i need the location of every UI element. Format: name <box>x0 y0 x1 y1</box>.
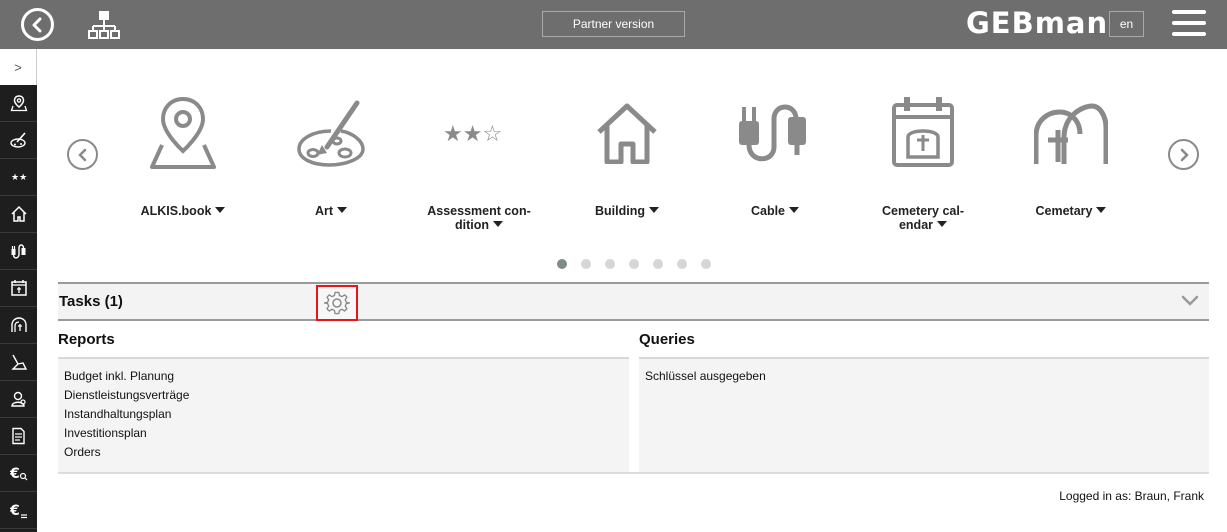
map-pin-icon <box>10 95 27 112</box>
partner-version-button[interactable]: Partner version <box>542 11 685 37</box>
logged-in-status: Logged in as: Braun, Frank <box>1059 489 1204 503</box>
category-cemetary[interactable]: Cemetary <box>1001 92 1141 218</box>
pagination-dot[interactable] <box>701 259 711 269</box>
chevron-right-icon <box>1180 148 1189 161</box>
stars-icon: ★★☆ <box>443 122 502 147</box>
carousel-prev-button[interactable] <box>67 139 98 170</box>
sidebar-item-assessment[interactable]: ★★★ <box>0 159 37 196</box>
svg-text:€: € <box>10 466 20 482</box>
caret-down-icon <box>493 221 503 227</box>
sidebar-item-building[interactable] <box>0 196 37 233</box>
sitemap-icon[interactable] <box>88 10 120 40</box>
queries-title: Queries <box>639 331 695 348</box>
sidebar-item-contacts[interactable] <box>0 381 37 418</box>
category-art[interactable]: Art <box>261 92 401 218</box>
tasks-settings-button[interactable] <box>316 285 358 321</box>
svg-text:€: € <box>10 503 20 519</box>
euro-plan-icon: € <box>10 503 27 519</box>
report-item[interactable]: Dienstleistungsverträge <box>64 386 623 405</box>
cleaning-icon <box>10 354 27 370</box>
carousel-next-button[interactable] <box>1168 139 1199 170</box>
tasks-section[interactable]: Tasks (1) <box>58 282 1209 321</box>
category-label: Building <box>595 204 645 218</box>
svg-text:★★★: ★★★ <box>11 173 28 183</box>
caret-down-icon <box>337 207 348 213</box>
tasks-title: Tasks (1) <box>59 293 123 310</box>
gear-icon <box>324 291 350 315</box>
sidebar-item-cemetery[interactable] <box>0 307 37 344</box>
query-item[interactable]: Schlüssel ausgegeben <box>645 367 1203 386</box>
arrow-left-icon <box>32 17 41 32</box>
report-item[interactable]: Investitionsplan <box>64 424 623 443</box>
carousel-pagination <box>557 259 711 269</box>
cable-icon <box>11 244 25 259</box>
divider <box>58 472 1209 474</box>
caret-down-icon <box>649 207 659 213</box>
cable-icon <box>739 104 806 162</box>
back-button[interactable] <box>21 8 54 41</box>
report-item[interactable]: Instandhaltungsplan <box>64 405 623 424</box>
sidebar-item-finance-plan[interactable]: € <box>0 492 37 529</box>
category-label: Assessment con- dition <box>427 204 531 232</box>
sidebar-expand-button[interactable]: > <box>0 49 37 85</box>
art-palette-icon <box>9 132 26 148</box>
euro-search-icon: € <box>10 466 27 482</box>
house-icon <box>10 205 27 222</box>
person-search-icon <box>10 391 26 407</box>
sidebar-item-documents[interactable] <box>0 418 37 455</box>
house-icon <box>597 103 657 164</box>
pagination-dot[interactable] <box>581 259 591 269</box>
sidebar-item-art[interactable] <box>0 122 37 159</box>
category-label: Art <box>314 204 334 218</box>
pagination-dot[interactable] <box>677 259 687 269</box>
hamburger-menu-icon[interactable] <box>1172 10 1206 38</box>
svg-text:★★☆: ★★☆ <box>443 122 502 147</box>
pagination-dot[interactable] <box>629 259 639 269</box>
queries-panel: Schlüssel ausgegeben <box>639 359 1209 472</box>
sidebar-item-finance-search[interactable]: € <box>0 455 37 492</box>
category-label: Cemetary <box>1035 204 1093 218</box>
reports-panel: Budget inkl. Planung Dienstleistungsvert… <box>58 359 629 472</box>
sidebar-item-calendar[interactable] <box>0 270 37 307</box>
document-icon <box>11 427 25 445</box>
top-bar: Partner version GEBman en <box>0 0 1227 49</box>
calendar-icon <box>10 280 27 296</box>
chevron-down-icon[interactable] <box>1181 294 1199 308</box>
app-logo: GEBman <box>966 6 1109 40</box>
category-assessment-condition[interactable]: ★★☆ Assessment con- dition <box>409 92 549 232</box>
caret-down-icon <box>789 207 800 213</box>
left-sidebar: > ★★★ € € <box>0 49 37 532</box>
pagination-dot[interactable] <box>557 259 567 269</box>
category-label: ALKIS.book <box>140 204 212 218</box>
report-item[interactable]: Orders <box>64 443 623 462</box>
art-palette-icon <box>297 100 365 167</box>
category-cable[interactable]: Cable <box>705 92 845 218</box>
language-button[interactable]: en <box>1109 11 1144 37</box>
cemetery-icon <box>10 317 27 332</box>
category-cemetery-calendar[interactable]: Cemetery cal- endar <box>853 92 993 232</box>
calendar-icon <box>892 97 954 167</box>
caret-down-icon <box>937 221 948 227</box>
category-alkis[interactable]: ALKIS.book <box>113 92 253 218</box>
map-pin-icon <box>150 96 216 169</box>
sidebar-item-cleaning[interactable] <box>0 344 37 381</box>
pagination-dot[interactable] <box>653 259 663 269</box>
sidebar-item-alkis[interactable] <box>0 85 37 122</box>
report-item[interactable]: Budget inkl. Planung <box>64 367 623 386</box>
caret-down-icon <box>1096 207 1107 213</box>
category-label: Cable <box>750 204 786 218</box>
category-label: Cemetery cal- endar <box>882 204 964 232</box>
pagination-dot[interactable] <box>605 259 615 269</box>
caret-down-icon <box>215 207 226 213</box>
stars-icon: ★★★ <box>11 173 28 183</box>
category-building[interactable]: Building <box>557 92 697 218</box>
cemetery-icon <box>1034 103 1108 164</box>
reports-title: Reports <box>58 331 115 348</box>
sidebar-item-cable[interactable] <box>0 233 37 270</box>
chevron-left-icon <box>77 148 86 161</box>
